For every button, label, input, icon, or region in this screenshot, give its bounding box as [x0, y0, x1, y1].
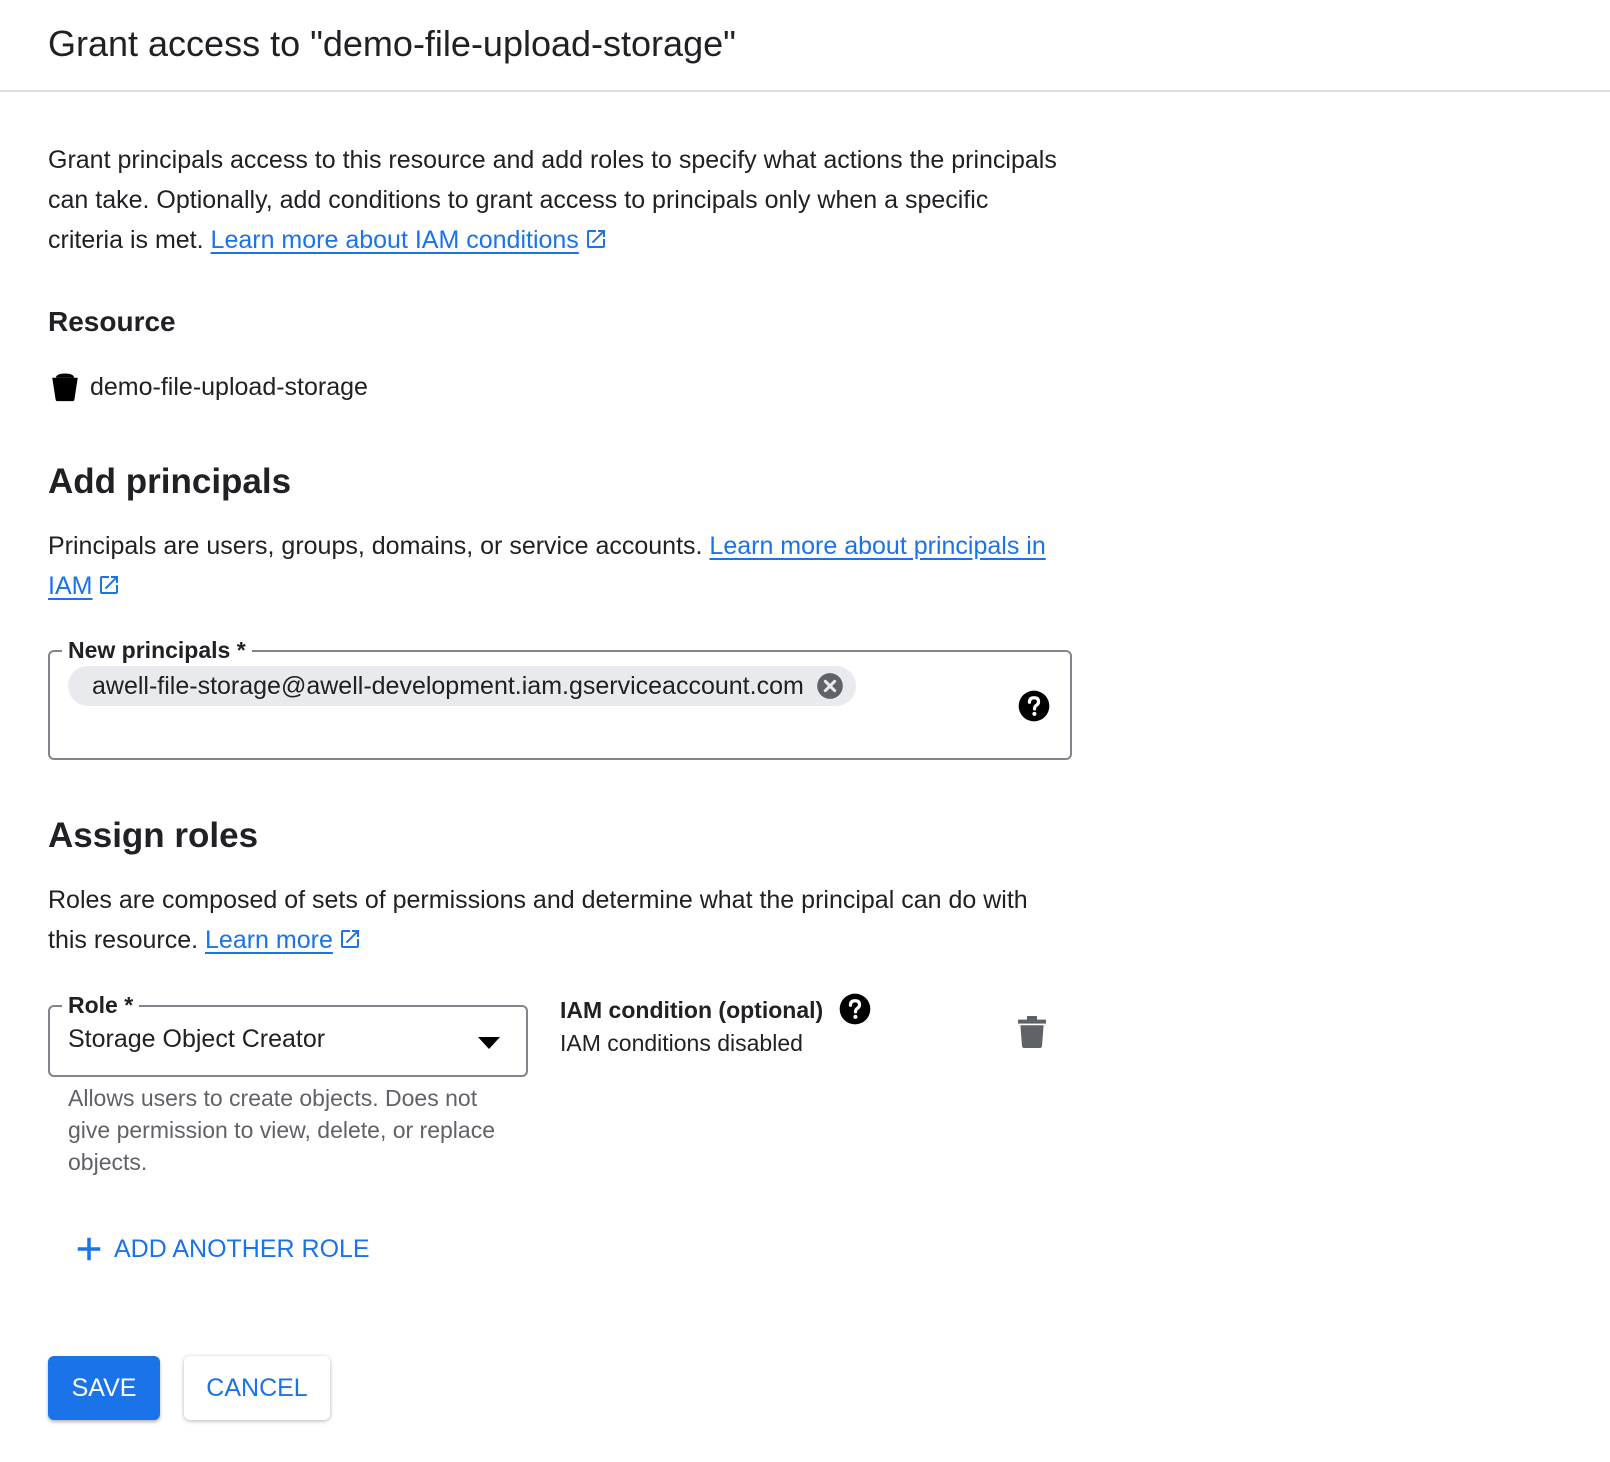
external-link-icon: [100, 576, 119, 594]
save-button[interactable]: SAVE: [48, 1356, 160, 1420]
intro-paragraph: Grant principals access to this resource…: [48, 140, 1058, 260]
assign-roles-description: Roles are composed of sets of permission…: [48, 880, 1068, 960]
roles-learn-more-link[interactable]: Learn more: [205, 926, 333, 954]
resource-label: Resource: [48, 306, 176, 337]
bucket-icon: [52, 373, 78, 402]
iam-condition-value: IAM conditions disabled: [560, 1030, 803, 1056]
dropdown-arrow-icon: [478, 1037, 500, 1049]
add-another-role-button[interactable]: ADD ANOTHER ROLE: [74, 1234, 370, 1264]
role-label: Role *: [62, 989, 140, 1021]
help-icon[interactable]: [1018, 690, 1050, 722]
role-hint: Allows users to create objects. Does not…: [68, 1085, 495, 1175]
add-principals-text: Principals are users, groups, domains, o…: [48, 532, 703, 560]
iam-conditions-link[interactable]: Learn more about IAM conditions: [211, 226, 579, 254]
iam-conditions-link-label: Learn more about IAM conditions: [210, 226, 579, 254]
add-another-role-label: ADD ANOTHER ROLE: [114, 1234, 370, 1263]
page-title: Grant access to "demo-file-upload-storag…: [48, 23, 736, 64]
assign-roles-heading: Assign roles: [48, 816, 259, 855]
resource-row: demo-file-upload-storage: [48, 370, 368, 404]
add-principals-description: Principals are users, groups, domains, o…: [48, 526, 1068, 606]
panel-header: Grant access to "demo-file-upload-storag…: [0, 0, 1610, 92]
principal-chip-text: awell-file-storage@awell-development.iam…: [92, 671, 804, 700]
remove-chip-icon[interactable]: [816, 672, 844, 700]
external-link-icon: [340, 930, 359, 948]
assign-roles-text: Roles are composed of sets of permission…: [48, 886, 1028, 954]
iam-condition-label-text: IAM condition (optional): [560, 997, 824, 1023]
resource-name: demo-file-upload-storage: [90, 372, 368, 401]
iam-condition-label: IAM condition (optional): [560, 993, 871, 1025]
role-select-value: Storage Object Creator: [68, 1025, 326, 1053]
external-link-icon: [586, 230, 605, 248]
new-principals-label: New principals *: [62, 634, 252, 666]
plus-icon: [77, 1237, 101, 1261]
new-principals-field[interactable]: New principals * awell-file-storage@awel…: [48, 634, 1072, 760]
roles-link-label: Learn more: [205, 926, 333, 954]
cancel-button[interactable]: CANCEL: [184, 1356, 330, 1420]
role-select[interactable]: Role * Storage Object Creator: [48, 989, 528, 1077]
add-principals-heading: Add principals: [48, 462, 292, 501]
principal-chip[interactable]: awell-file-storage@awell-development.iam…: [68, 666, 856, 706]
help-icon[interactable]: [839, 993, 871, 1025]
delete-role-icon[interactable]: [1018, 1016, 1046, 1048]
